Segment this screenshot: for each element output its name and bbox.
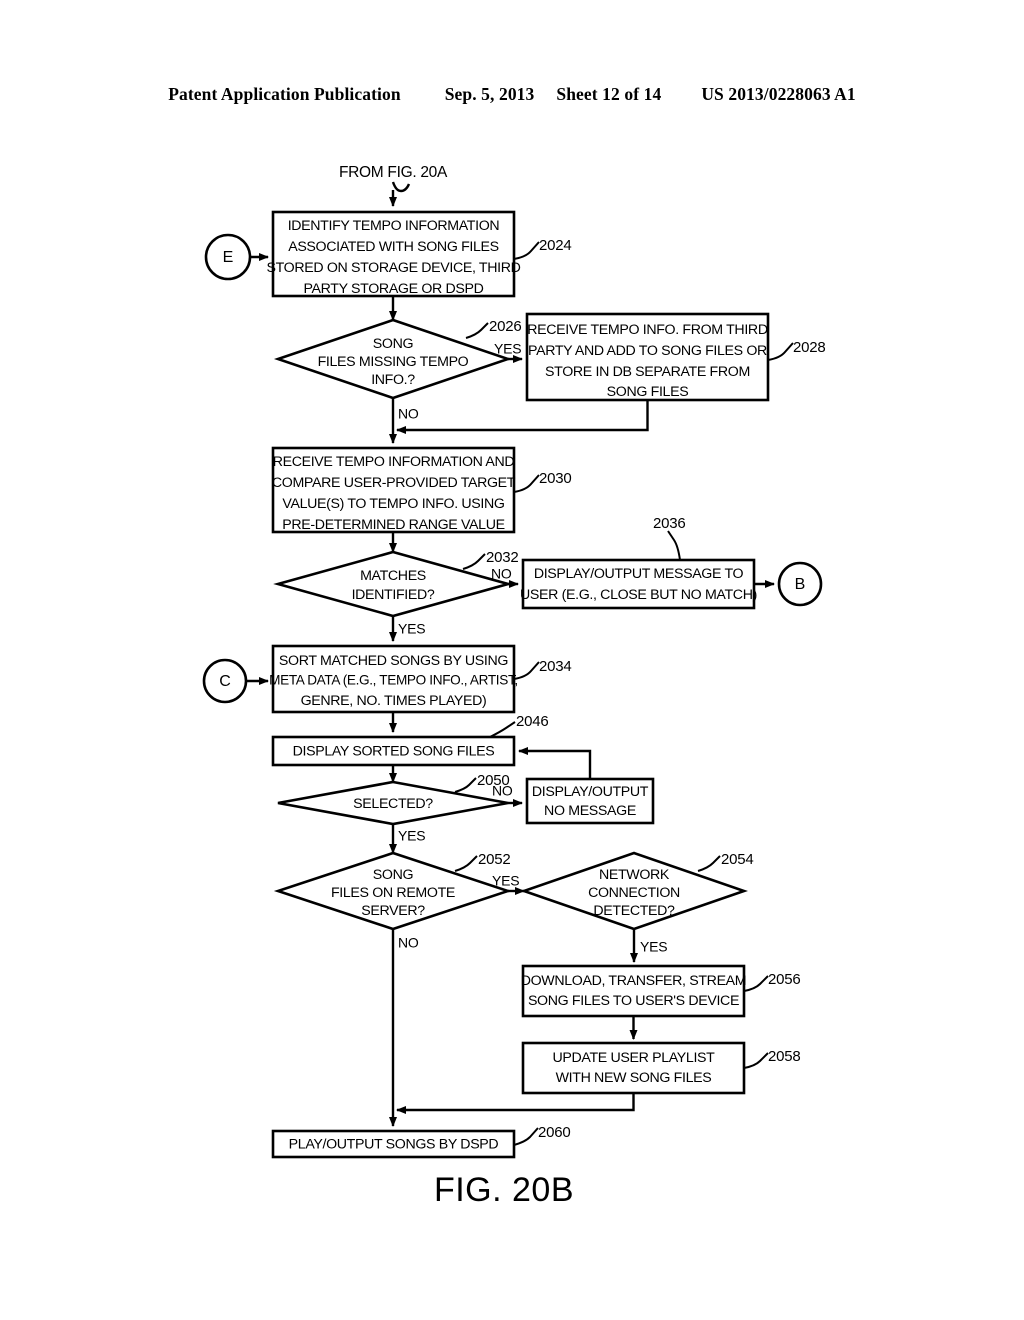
node-2052-no-label: NO xyxy=(398,935,419,951)
node-2036-line-2: USER (E.G., CLOSE BUT NO MATCH) xyxy=(520,587,757,603)
node-2056-line-2: SONG FILES TO USER'S DEVICE xyxy=(528,993,739,1009)
node-2052-line-2: FILES ON REMOTE xyxy=(331,885,455,901)
node-2034-line-1: SORT MATCHED SONGS BY USING xyxy=(279,653,508,669)
node-2028-line-3: STORE IN DB SEPARATE FROM xyxy=(545,364,750,380)
node-2052-yes-label: YES xyxy=(492,873,519,889)
node-2056-ref: 2056 xyxy=(768,971,801,988)
node-2032-ref: 2032 xyxy=(486,549,519,566)
node-2034-line-2: META DATA (E.G., TEMPO INFO., ARTIST, xyxy=(269,673,518,688)
connector-b-label: B xyxy=(795,576,806,593)
node-2030-line-1: RECEIVE TEMPO INFORMATION AND xyxy=(273,454,515,470)
node-2050-line-1: SELECTED? xyxy=(353,796,433,812)
node-2036-line-1: DISPLAY/OUTPUT MESSAGE TO xyxy=(534,566,744,582)
node-2054-yes-label: YES xyxy=(640,939,667,955)
node-2034-line-3: GENRE, NO. TIMES PLAYED) xyxy=(301,693,487,709)
node-2026-line-2: FILES MISSING TEMPO xyxy=(318,354,469,370)
node-2032-line-2: IDENTIFIED? xyxy=(352,587,435,603)
node-2058-ref: 2058 xyxy=(768,1048,801,1065)
node-2050-yes-label: YES xyxy=(398,828,425,844)
node-2054-leader xyxy=(697,855,721,872)
node-2058-line-1: UPDATE USER PLAYLIST xyxy=(553,1050,716,1066)
node-2054-ref: 2054 xyxy=(721,851,754,868)
node-2028-line-4: SONG FILES xyxy=(607,384,689,400)
node-2024-line-2: ASSOCIATED WITH SONG FILES xyxy=(288,239,499,255)
node-2046-line-1: DISPLAY SORTED SONG FILES xyxy=(293,743,495,759)
from-figure-label: FROM FIG. 20A xyxy=(339,164,448,181)
node-2024-leader xyxy=(513,241,540,260)
node-2028-line-2: PARTY AND ADD TO SONG FILES OR xyxy=(528,343,767,359)
node-2054-line-2: CONNECTION xyxy=(588,885,680,901)
node-2030-line-4: PRE-DETERMINED RANGE VALUE xyxy=(282,517,504,533)
node-2060-leader xyxy=(513,1127,539,1146)
node-2054-line-3: DETECTED? xyxy=(593,903,675,919)
patent-page: Patent Application Publication Sep. 5, 2… xyxy=(0,0,1024,1320)
node-2050-leader xyxy=(454,777,477,793)
node-2032-leader xyxy=(462,553,486,570)
node-2056-leader xyxy=(743,975,769,992)
node-2030-line-3: VALUE(S) TO TEMPO INFO. USING xyxy=(282,496,504,512)
node-2030-leader xyxy=(513,474,540,493)
node-2026-no-label: NO xyxy=(398,406,419,422)
node-no-message-line-2: NO MESSAGE xyxy=(544,803,636,819)
edge-2028-to-2030-join xyxy=(396,400,649,434)
node-2050-no-label: NO xyxy=(492,783,513,799)
node-2028-line-1: RECEIVE TEMPO INFO. FROM THIRD xyxy=(527,322,768,338)
node-2030-line-2: COMPARE USER-PROVIDED TARGET xyxy=(272,475,516,491)
node-2032-diamond xyxy=(273,550,513,618)
node-2060-ref: 2060 xyxy=(538,1124,571,1141)
node-2032-no-label: NO xyxy=(491,566,512,582)
node-2052-line-3: SERVER? xyxy=(361,903,425,919)
node-2026-line-3: INFO.? xyxy=(371,372,415,388)
node-2026-yes-label: YES xyxy=(494,341,521,357)
node-2026-ref: 2026 xyxy=(489,318,522,335)
node-2024-line-4: PARTY STORAGE OR DSPD xyxy=(303,281,483,297)
flowchart-figure: FROM FIG. 20A E IDENTIFY TEMPO INFORMATI… xyxy=(0,0,1024,1320)
connector-e-label: E xyxy=(223,249,234,266)
node-2024-line-3: STORED ON STORAGE DEVICE, THIRD xyxy=(266,260,520,276)
node-2032-yes-label: YES xyxy=(398,621,425,637)
node-2034-ref: 2034 xyxy=(539,658,572,675)
node-2058-leader xyxy=(743,1052,769,1069)
node-2028-leader xyxy=(767,342,794,361)
connector-c-label: C xyxy=(219,673,231,690)
node-2036-leader xyxy=(667,530,681,561)
node-2036-ref: 2036 xyxy=(653,515,686,532)
node-2024-line-1: IDENTIFY TEMPO INFORMATION xyxy=(288,218,500,234)
node-2032-line-1: MATCHES xyxy=(360,568,426,584)
node-2026-line-1: SONG xyxy=(373,336,413,352)
edge-no-message-to-2046 xyxy=(518,747,592,779)
node-2052-leader xyxy=(454,855,478,872)
node-2026-leader xyxy=(465,322,489,339)
node-2046-ref: 2046 xyxy=(516,713,549,730)
node-2024-ref: 2024 xyxy=(539,237,572,254)
node-2052-line-1: SONG xyxy=(373,867,413,883)
node-2046-leader xyxy=(489,721,516,738)
node-2052-ref: 2052 xyxy=(478,851,511,868)
node-2028-ref: 2028 xyxy=(793,339,826,356)
node-2056-line-1: DOWNLOAD, TRANSFER, STREAM xyxy=(521,973,747,989)
figure-caption: FIG. 20B xyxy=(434,1171,574,1209)
entry-squiggle xyxy=(391,181,411,193)
node-2058-line-2: WITH NEW SONG FILES xyxy=(556,1070,712,1086)
node-2054-line-1: NETWORK xyxy=(599,867,670,883)
node-2030-ref: 2030 xyxy=(539,470,572,487)
edge-2058-to-2060-join xyxy=(396,1093,635,1114)
node-2060-line-1: PLAY/OUTPUT SONGS BY DSPD xyxy=(289,1136,499,1152)
node-no-message-line-1: DISPLAY/OUTPUT xyxy=(532,784,649,800)
